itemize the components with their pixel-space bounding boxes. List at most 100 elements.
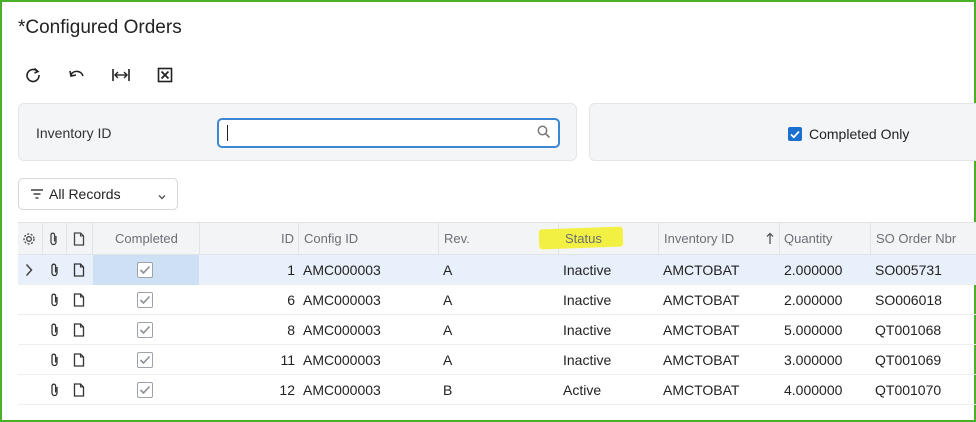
column-label: Completed (115, 231, 178, 246)
cell-status: Inactive (563, 292, 612, 308)
cell-quantity: 4.000000 (784, 382, 843, 398)
completed-checkbox[interactable] (137, 382, 153, 398)
cell-config-id: AMC000003 (303, 292, 381, 308)
document-icon[interactable] (73, 353, 85, 367)
completed-checkbox[interactable] (137, 352, 153, 368)
chevron-down-icon (157, 189, 167, 205)
column-header-quantity[interactable]: Quantity (780, 223, 871, 254)
cell-id: 6 (287, 292, 295, 308)
cell-quantity: 3.000000 (784, 352, 843, 368)
column-header-so-order-nbr[interactable]: SO Order Nbr (871, 223, 976, 254)
records-filter-value: All Records (49, 186, 121, 202)
page-title: *Configured Orders (18, 17, 182, 38)
cell-inventory-id: AMCTOBAT (663, 292, 740, 308)
inventory-id-input[interactable] (217, 118, 560, 148)
export-excel-button[interactable] (154, 64, 176, 86)
cell-so-order-nbr: SO006018 (875, 292, 942, 308)
refresh-icon (25, 67, 41, 83)
column-attachments (43, 223, 67, 254)
table-row[interactable]: 8 AMC000003 A Inactive AMCTOBAT 5.000000 QT001… (18, 315, 976, 345)
cell-rev: A (443, 292, 453, 308)
column-header-id[interactable]: ID (200, 223, 299, 254)
refresh-button[interactable] (22, 64, 44, 86)
fit-to-width-icon (112, 68, 130, 82)
cell-id: 11 (280, 352, 295, 368)
cell-quantity: 5.000000 (784, 322, 843, 338)
cell-status: Inactive (563, 322, 612, 338)
inventory-id-label: Inventory ID (36, 125, 112, 141)
column-header-config-id[interactable]: Config ID (299, 223, 439, 254)
completed-checkbox[interactable] (137, 292, 153, 308)
completed-only-label: Completed Only (809, 126, 910, 142)
cell-so-order-nbr: QT001069 (875, 352, 942, 368)
column-label: ID (281, 231, 294, 246)
cell-inventory-id: AMCTOBAT (663, 322, 740, 338)
column-header-status[interactable]: Status (559, 223, 659, 254)
cell-rev: A (443, 322, 453, 338)
filter-panel: Inventory ID (18, 103, 577, 161)
grid-header: Completed ID Config ID Rev. Status Inven… (18, 222, 976, 255)
options-panel: Completed Only (589, 103, 976, 161)
paperclip-icon (49, 232, 59, 246)
completed-checkbox[interactable] (137, 262, 153, 278)
cell-id: 8 (287, 322, 295, 338)
fit-width-button[interactable] (110, 64, 132, 86)
paperclip-icon[interactable] (50, 383, 60, 397)
column-header-completed[interactable]: Completed (93, 223, 200, 254)
chevron-right-icon[interactable] (25, 263, 33, 277)
column-label: Config ID (304, 231, 359, 246)
cell-rev: B (443, 382, 453, 398)
gear-icon (22, 232, 36, 246)
document-icon (73, 232, 85, 246)
column-label: Status (565, 231, 602, 246)
column-settings[interactable] (18, 223, 43, 254)
cell-so-order-nbr: QT001068 (875, 322, 942, 338)
cell-config-id: AMC000003 (303, 262, 381, 278)
cell-config-id: AMC000003 (303, 352, 381, 368)
undo-button[interactable] (66, 64, 88, 86)
cell-inventory-id: AMCTOBAT (663, 352, 740, 368)
column-label: Quantity (784, 231, 833, 246)
column-label: SO Order Nbr (876, 231, 957, 246)
paperclip-icon[interactable] (50, 293, 60, 307)
cell-config-id: AMC000003 (303, 322, 381, 338)
column-label: Rev. (444, 231, 470, 246)
undo-icon (68, 68, 86, 82)
cell-status: Inactive (563, 262, 612, 278)
cell-status: Inactive (563, 352, 612, 368)
completed-only-checkbox[interactable]: Completed Only (788, 126, 909, 142)
table-row[interactable]: 11 AMC000003 A Inactive AMCTOBAT 3.000000 QT00… (18, 345, 976, 375)
document-icon[interactable] (73, 263, 85, 277)
cell-config-id: AMC000003 (303, 382, 381, 398)
cell-id: 1 (287, 262, 295, 278)
cell-rev: A (443, 352, 453, 368)
table-row[interactable]: 6 AMC000003 A Inactive AMCTOBAT 2.000000 SO006… (18, 285, 976, 315)
paperclip-icon[interactable] (50, 263, 60, 277)
table-row[interactable]: 1 AMC000003 A Inactive AMCTOBAT 2.000000 SO005… (18, 255, 976, 285)
cell-quantity: 2.000000 (784, 262, 843, 278)
cell-so-order-nbr: QT001070 (875, 382, 942, 398)
sort-ascending-icon (766, 232, 774, 244)
cell-quantity: 2.000000 (784, 292, 843, 308)
document-icon[interactable] (73, 383, 85, 397)
column-label: Inventory ID (664, 231, 735, 246)
checkbox-checked-icon (788, 127, 802, 141)
cell-status: Active (563, 382, 602, 398)
cell-rev: A (443, 262, 453, 278)
document-icon[interactable] (73, 293, 85, 307)
paperclip-icon[interactable] (50, 353, 60, 367)
filter-icon (31, 186, 43, 202)
text-cursor (227, 125, 228, 141)
table-row[interactable]: 12 AMC000003 B Active AMCTOBAT 4.000000 QT0010… (18, 375, 976, 405)
paperclip-icon[interactable] (50, 323, 60, 337)
cell-id: 12 (279, 382, 295, 398)
toolbar (22, 64, 198, 86)
document-icon[interactable] (73, 323, 85, 337)
orders-grid: Completed ID Config ID Rev. Status Inven… (18, 222, 976, 407)
search-icon[interactable] (537, 125, 551, 142)
column-notes (67, 223, 93, 254)
records-filter-dropdown[interactable]: All Records (18, 178, 178, 210)
column-header-inventory-id[interactable]: Inventory ID (659, 223, 780, 254)
completed-checkbox[interactable] (137, 322, 153, 338)
excel-icon (157, 67, 173, 83)
